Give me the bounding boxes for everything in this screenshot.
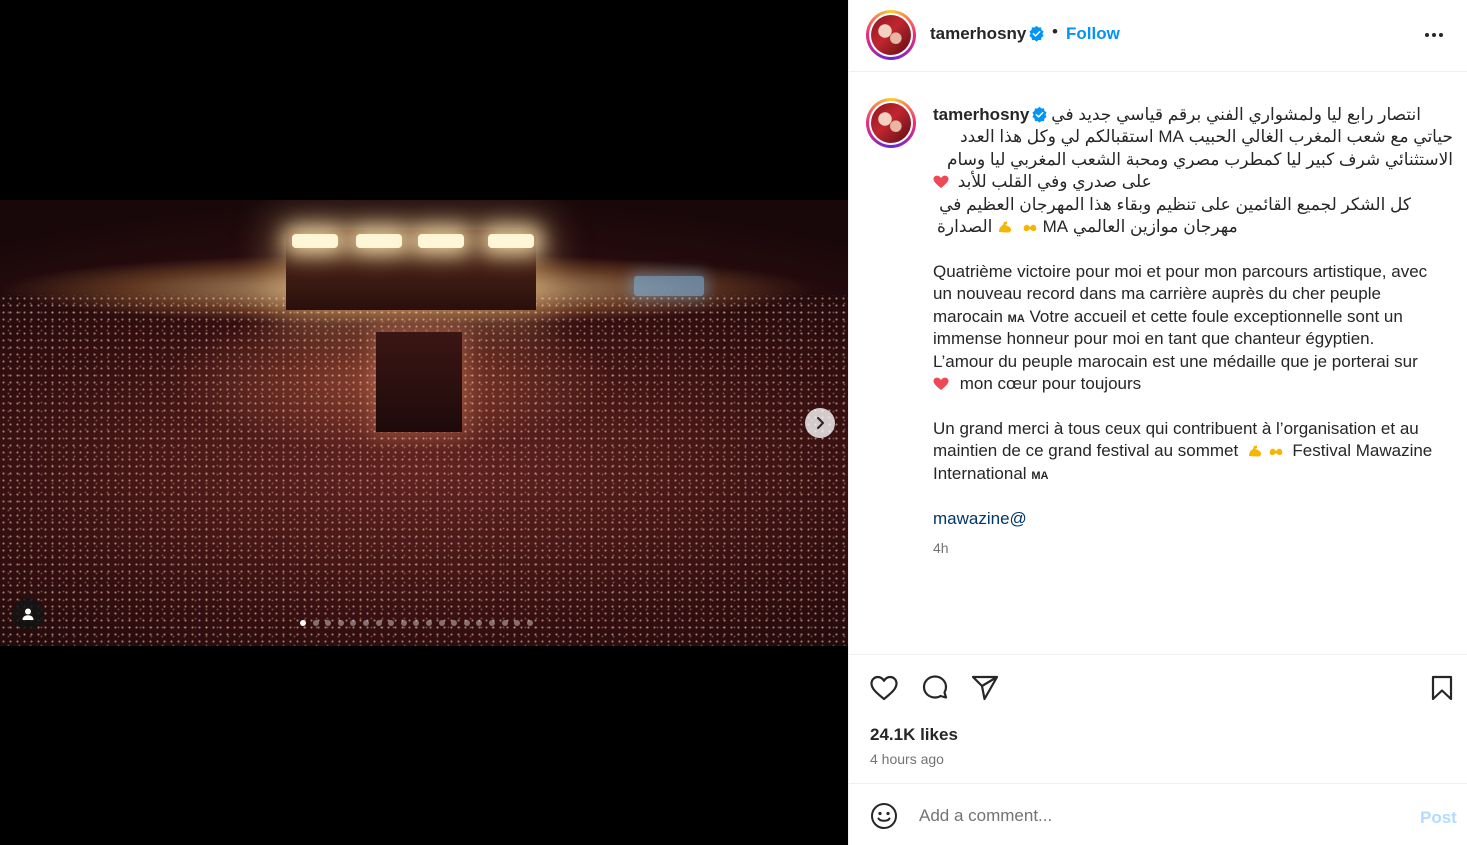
share-icon[interactable] — [970, 673, 1000, 703]
likes-count[interactable]: 24.1K likes — [870, 725, 958, 745]
carousel-dot — [425, 620, 432, 626]
author-username[interactable]: tamerhosny — [930, 24, 1026, 44]
post-comment-button[interactable]: Post — [1420, 808, 1457, 828]
carousel-dot — [526, 620, 533, 626]
post-header: tamerhosny • Follow — [849, 0, 1467, 72]
sound-tower — [376, 332, 462, 432]
caption-line: انتصار رابع ليا ولمشواري الفني برقم قياس… — [1051, 105, 1421, 124]
verified-badge-icon — [1032, 106, 1047, 123]
post-photo[interactable] — [0, 200, 848, 646]
carousel-dot — [438, 620, 445, 626]
caption-line: Un grand merci à tous ceux qui contribue… — [933, 419, 1419, 438]
carousel-dot — [413, 620, 420, 626]
caption-line: mon cœur pour toujours — [933, 373, 1453, 396]
caption-area: tamerhosny انتصار رابع ليا ولمشواري الفن… — [849, 73, 1467, 653]
caption-line: L’amour du peuple marocain est une médai… — [933, 352, 1418, 371]
tagged-users-button[interactable] — [12, 598, 44, 630]
user-tag-icon — [22, 608, 34, 620]
comment-input[interactable] — [919, 803, 1399, 829]
chevron-right-icon — [817, 417, 824, 429]
stage-light — [418, 234, 464, 248]
post-timestamp[interactable]: 4 hours ago — [870, 751, 944, 767]
emoji-icon[interactable] — [870, 802, 898, 830]
media-pane — [0, 0, 848, 845]
caption-line: على صدري وفي القلب للأبد — [933, 171, 1453, 194]
caption-line: الاستثنائي شرف كبير ليا كمطرب مصري ومحبة… — [947, 150, 1453, 169]
carousel-dot — [300, 620, 306, 626]
carousel-dot — [375, 620, 382, 626]
carousel-dot — [400, 620, 407, 626]
comment-bar: Post — [849, 785, 1467, 845]
stage-light — [356, 234, 402, 248]
heart-hands-emoji-icon — [1023, 224, 1037, 232]
verified-badge-icon — [1029, 25, 1044, 42]
caption-line: maintien de ce grand festival au sommet … — [933, 441, 1433, 460]
stage-light — [292, 234, 338, 248]
carousel-dot — [488, 620, 495, 626]
heart-icon[interactable] — [869, 673, 899, 703]
caption-line: Quatrième victoire pour moi et pour mon … — [933, 262, 1428, 281]
carousel-dot — [350, 620, 357, 626]
carousel-dot — [451, 620, 458, 626]
caption-line: مهرجان موازين العالمي MA الصدارة — [937, 217, 1238, 236]
more-options-button[interactable] — [1425, 28, 1451, 42]
heart-emoji-icon — [933, 377, 949, 390]
caption-avatar[interactable] — [866, 98, 916, 148]
separator: • — [1052, 22, 1058, 41]
flexed-biceps-emoji-icon — [1248, 445, 1262, 457]
caption-username[interactable]: tamerhosny — [933, 105, 1029, 125]
caption-line: كل الشكر لجميع القائمين على تنظيم وبقاء … — [939, 195, 1411, 214]
caption-line: un nouveau record dans ma carrière auprè… — [933, 284, 1381, 303]
caption-line: marocain MA Votre accueil et cette foule… — [933, 307, 1403, 326]
avatar[interactable] — [866, 10, 916, 60]
flexed-biceps-emoji-icon — [999, 221, 1012, 233]
heart-hands-emoji-icon — [1269, 448, 1282, 456]
caption-timestamp[interactable]: 4h — [933, 540, 949, 556]
caption-line: International MA — [933, 464, 1049, 483]
bookmark-icon[interactable] — [1427, 673, 1457, 703]
carousel-dot — [312, 620, 319, 626]
more-icon — [1425, 33, 1429, 37]
post-actions: 24.1K likes 4 hours ago — [849, 654, 1467, 784]
carousel-dot — [501, 620, 508, 626]
carousel-dot — [388, 620, 395, 626]
caption-line: immense honneur pour moi en tant que cha… — [933, 329, 1375, 348]
carousel-dot — [325, 620, 332, 626]
carousel-dot — [337, 620, 344, 626]
carousel-dot — [476, 620, 483, 626]
side-screen — [634, 276, 704, 296]
comment-icon[interactable] — [920, 673, 950, 703]
mention-link[interactable]: mawazine@ — [933, 509, 1027, 529]
post-side-panel: tamerhosny • Follow tamerhosny انتصار را… — [848, 0, 1467, 845]
follow-button[interactable]: Follow — [1066, 24, 1120, 44]
carousel-dot — [463, 620, 470, 626]
stage-light — [488, 234, 534, 248]
carousel-dot — [362, 620, 369, 626]
heart-emoji-icon — [933, 175, 949, 188]
caption-line: حياتي مع شعب المغرب الغالي الحبيب MA است… — [960, 127, 1453, 146]
carousel-indicator — [300, 620, 533, 626]
avatar-image — [871, 15, 911, 55]
carousel-dot — [514, 620, 521, 626]
carousel-next-button[interactable] — [805, 408, 835, 438]
